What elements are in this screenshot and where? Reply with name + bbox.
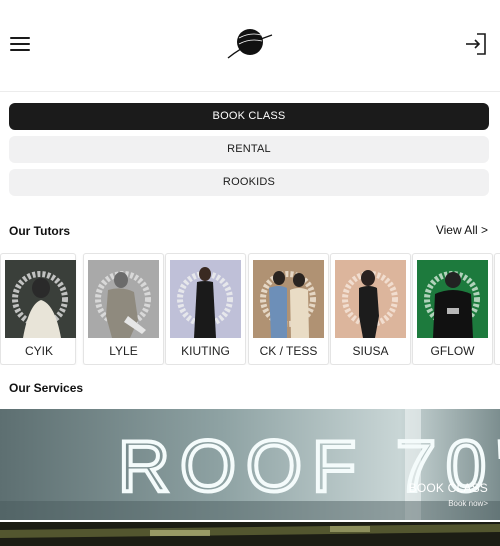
tutor-photo — [253, 260, 324, 338]
tutor-carousel[interactable]: CYIK LYLE KIUTING CK / TESS SIUSA GFLOW — [0, 253, 500, 365]
tutor-name: KIUTING — [181, 344, 230, 358]
tutor-name: SIUSA — [352, 344, 389, 358]
banner-sign-text: ROOF 70'S — [118, 427, 500, 507]
tutor-photo — [335, 260, 406, 338]
tutor-photo — [5, 260, 76, 338]
header — [0, 0, 500, 92]
tutor-card[interactable]: GFLOW — [412, 253, 493, 365]
tutor-card[interactable]: LYLE — [83, 253, 164, 365]
banner-image: ROOF 70'S — [0, 409, 500, 520]
tutor-name: CK / TESS — [259, 344, 318, 358]
second-service-banner[interactable] — [0, 522, 500, 546]
tutor-card[interactable]: SIUSA — [330, 253, 411, 365]
tutor-photo — [88, 260, 159, 338]
tutor-photo — [417, 260, 488, 338]
tutor-card[interactable]: CK / TESS — [248, 253, 329, 365]
services-section-title: Our Services — [9, 381, 84, 395]
nav-buttons: BOOK CLASS RENTAL ROOKIDS — [9, 103, 489, 202]
book-class-button[interactable]: BOOK CLASS — [9, 103, 489, 130]
tutor-card[interactable]: KIUTING — [165, 253, 246, 365]
tutor-card[interactable]: CYIK — [0, 253, 76, 365]
banner-image — [0, 522, 500, 546]
tutor-photo — [170, 260, 241, 338]
book-class-banner[interactable]: ROOF 70'S BOOK CLASS Book now> — [0, 409, 500, 520]
hamburger-menu-icon[interactable] — [10, 36, 30, 53]
banner-title: BOOK CLASS — [408, 481, 488, 495]
tutor-card[interactable] — [494, 253, 500, 365]
rookids-button[interactable]: ROOKIDS — [9, 169, 489, 196]
tutor-name: LYLE — [109, 344, 138, 358]
book-now-link[interactable]: Book now> — [448, 499, 488, 508]
roof-planet-logo-icon[interactable] — [225, 22, 275, 62]
tutor-name: CYIK — [24, 344, 53, 358]
tutor-name: GFLOW — [430, 344, 475, 358]
sign-in-icon[interactable] — [464, 32, 488, 56]
view-all-tutors-link[interactable]: View All > — [436, 223, 488, 237]
tutors-section-title: Our Tutors — [9, 224, 71, 238]
rental-button[interactable]: RENTAL — [9, 136, 489, 163]
